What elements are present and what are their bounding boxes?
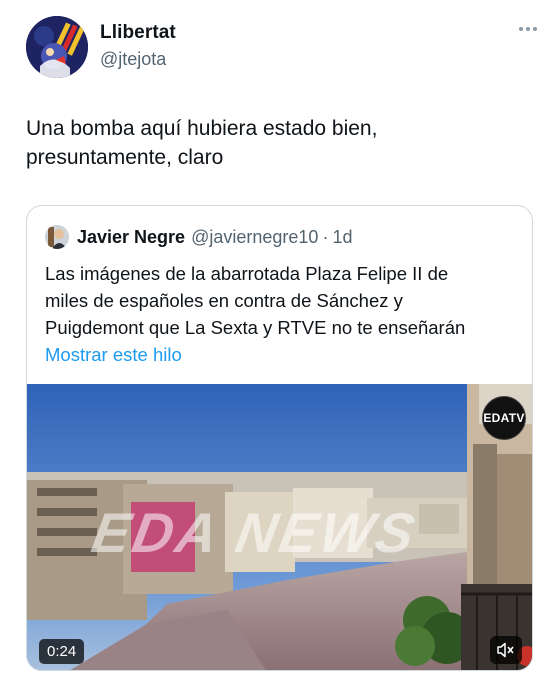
quoted-tweet-header: Javier Negre @javiernegre10 · 1d — [45, 224, 352, 250]
dot — [519, 27, 523, 31]
channel-logo: EDATV — [482, 396, 526, 440]
author-avatar[interactable] — [26, 16, 88, 78]
separator-dot: · — [322, 226, 329, 247]
video-player[interactable]: EDA NEWS EDATV 0:24 — [27, 384, 532, 670]
author-handle[interactable]: @jtejota — [100, 49, 176, 70]
quoted-text-line: Puigdemont que La Sexta y RTVE no te ens… — [45, 317, 466, 338]
dot — [526, 27, 530, 31]
author-info: Llibertat @jtejota — [100, 22, 176, 70]
quoted-author-avatar[interactable] — [45, 225, 69, 249]
tweet-text-line: presuntamente, claro — [26, 146, 224, 169]
video-watermark: EDA NEWS — [87, 501, 423, 564]
tweet-text: Una bomba aquí hubiera estado bien, pres… — [26, 114, 526, 172]
tweet-header: Llibertat @jtejota — [26, 16, 539, 78]
speaker-muted-icon[interactable] — [490, 636, 522, 664]
author-name[interactable]: Llibertat — [100, 22, 176, 44]
quoted-tweet-card[interactable]: Javier Negre @javiernegre10 · 1d Las imá… — [26, 205, 533, 671]
show-thread-link[interactable]: Mostrar este hilo — [45, 344, 182, 366]
quoted-author-handle[interactable]: @javiernegre10 — [191, 227, 318, 248]
video-duration: 0:24 — [39, 639, 85, 664]
quoted-author-name[interactable]: Javier Negre — [77, 227, 185, 248]
more-dots-icon[interactable] — [517, 22, 539, 36]
quoted-timestamp[interactable]: 1d — [332, 227, 352, 248]
quoted-text-line: miles de españoles en contra de Sánchez … — [45, 290, 403, 311]
tweet-text-line: Una bomba aquí hubiera estado bien, — [26, 117, 378, 140]
quoted-text-line: Las imágenes de la abarrotada Plaza Feli… — [45, 263, 449, 284]
dot — [533, 27, 537, 31]
quoted-tweet-text: Las imágenes de la abarrotada Plaza Feli… — [45, 260, 525, 341]
